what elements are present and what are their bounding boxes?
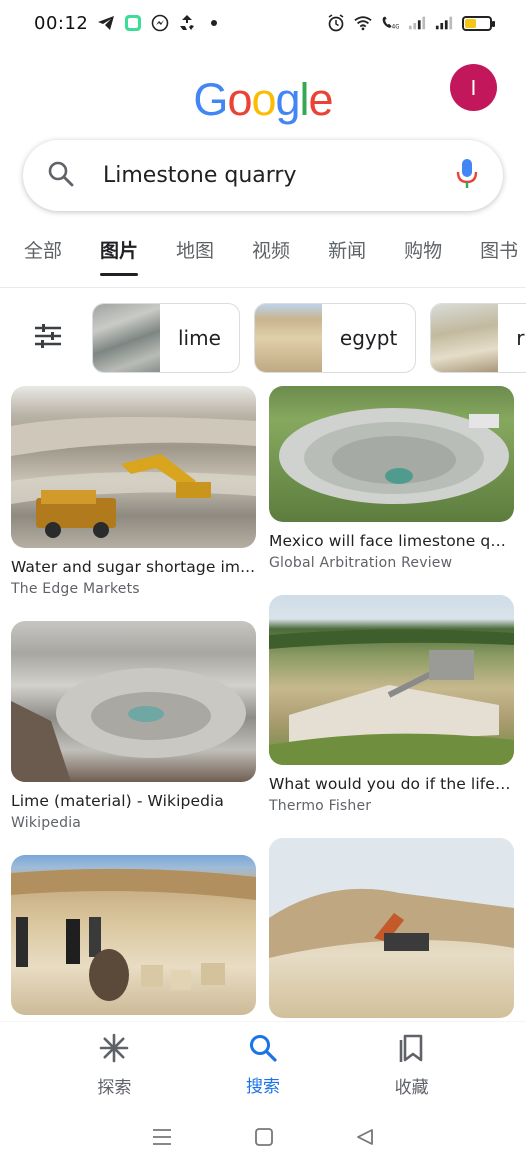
chip-label: lime [178, 326, 221, 350]
asterisk-icon [98, 1032, 130, 1069]
home-icon[interactable] [254, 1127, 274, 1151]
signal-icon [408, 14, 426, 32]
result-source: Thermo Fisher [269, 798, 372, 814]
messenger-icon [151, 14, 169, 32]
chip-thumbnail [431, 304, 499, 372]
google-logo[interactable]: Google [0, 74, 526, 126]
image-result[interactable]: Lime (material) - Wikipedia Wikipedia [11, 621, 256, 831]
results-column-left: Water and sugar shortage im... The Edge … [11, 386, 256, 1015]
image-result[interactable]: What would you do if the life ... Thermo… [269, 595, 514, 814]
signal-icon [435, 14, 453, 32]
chip-lime[interactable]: lime [92, 303, 240, 373]
search-bar[interactable]: Limestone quarry [23, 140, 503, 211]
chip-egypt[interactable]: egypt [253, 303, 417, 373]
logo-letter: e [308, 74, 334, 125]
image-result[interactable] [269, 838, 514, 1018]
avatar[interactable]: I [450, 64, 497, 111]
result-title[interactable]: What would you do if the life ... [269, 775, 514, 793]
result-image[interactable] [11, 855, 256, 1015]
chip-label: r [516, 326, 525, 350]
search-input[interactable]: Limestone quarry [103, 163, 455, 188]
recycle-icon [178, 14, 196, 32]
chip-more[interactable]: r [430, 303, 526, 373]
mic-icon[interactable] [455, 158, 479, 194]
alarm-icon [327, 14, 345, 32]
result-title[interactable]: Mexico will face limestone qu... [269, 532, 514, 550]
bookmark-icon [397, 1032, 427, 1069]
bottom-navigation: 探索 搜索 收藏 [0, 1022, 526, 1108]
status-time: 00:12 [34, 12, 89, 34]
result-source: Global Arbitration Review [269, 555, 453, 571]
chip-thumbnail [254, 304, 322, 372]
app-icon [124, 14, 142, 32]
sliders-icon [33, 323, 63, 353]
svg-text:4G: 4G [392, 25, 399, 31]
avatar-letter: I [470, 75, 477, 100]
system-navigation [0, 1108, 526, 1169]
image-result[interactable]: Water and sugar shortage im... The Edge … [11, 386, 256, 597]
logo-letter: o [227, 74, 252, 125]
tab-images[interactable]: 图片 [100, 236, 139, 276]
volte-icon: 4G [381, 14, 399, 32]
wifi-icon [354, 14, 372, 32]
dot-icon [205, 14, 223, 32]
nav-search[interactable]: 搜索 [218, 1033, 308, 1097]
chip-label: egypt [339, 326, 398, 350]
back-icon[interactable] [355, 1127, 375, 1151]
menu-icon[interactable] [151, 1128, 173, 1150]
logo-letter: G [193, 74, 228, 125]
nav-label: 搜索 [245, 1077, 280, 1097]
logo-letter: l [299, 74, 310, 125]
result-title[interactable]: Water and sugar shortage im... [11, 558, 256, 576]
tab-books[interactable]: 图书 [480, 236, 518, 276]
tab-news[interactable]: 新闻 [328, 236, 366, 276]
logo-letter: o [251, 74, 276, 125]
search-icon [248, 1033, 278, 1068]
result-image[interactable] [269, 386, 514, 522]
nav-discover[interactable]: 探索 [69, 1032, 159, 1098]
result-source: Wikipedia [11, 815, 82, 831]
tab-maps[interactable]: 地图 [176, 236, 214, 276]
image-result[interactable]: Mexico will face limestone qu... Global … [269, 386, 514, 571]
nav-label: 收藏 [394, 1078, 429, 1098]
result-image[interactable] [269, 595, 514, 765]
search-tabs: 全部 图片 地图 视频 新闻 购物 图书 [0, 236, 526, 288]
nav-collections[interactable]: 收藏 [367, 1032, 457, 1098]
battery-icon [462, 15, 495, 31]
results-column-right: Mexico will face limestone qu... Global … [269, 386, 514, 1018]
search-icon[interactable] [47, 160, 75, 192]
result-source: The Edge Markets [11, 581, 140, 597]
result-image[interactable] [11, 621, 256, 782]
tab-all[interactable]: 全部 [24, 236, 62, 276]
result-image[interactable] [11, 386, 256, 548]
filter-button[interactable] [18, 303, 78, 373]
telegram-icon [97, 14, 115, 32]
tab-shopping[interactable]: 购物 [404, 236, 442, 276]
image-result[interactable] [11, 855, 256, 1015]
status-bar: 00:12 4G [0, 0, 526, 46]
result-image[interactable] [269, 838, 514, 1018]
nav-label: 探索 [97, 1078, 132, 1098]
logo-letter: g [275, 74, 301, 125]
refinement-chips: lime egypt r [0, 302, 526, 374]
tab-videos[interactable]: 视频 [252, 236, 290, 276]
result-title[interactable]: Lime (material) - Wikipedia [11, 792, 256, 810]
chip-thumbnail [93, 304, 160, 372]
